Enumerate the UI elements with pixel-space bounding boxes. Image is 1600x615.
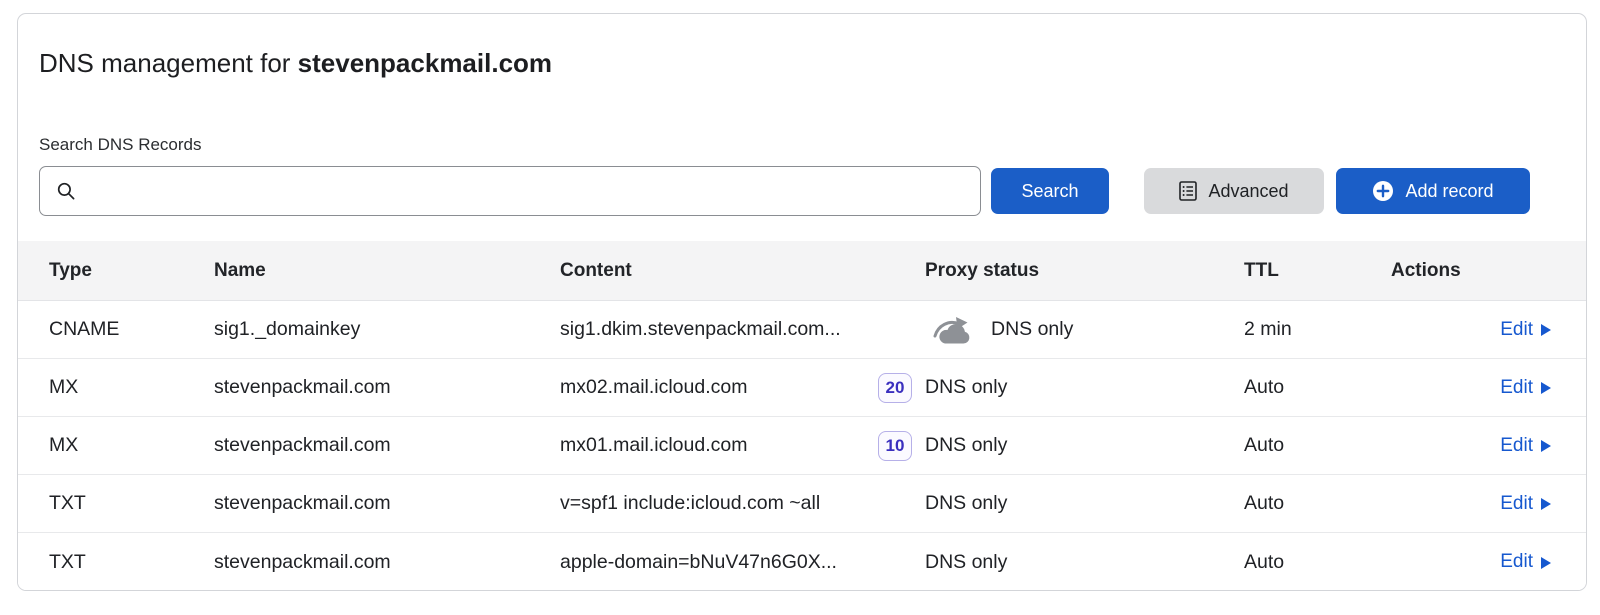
proxy-status: DNS only — [991, 318, 1073, 341]
table-row: MX stevenpackmail.com mx01.mail.icloud.c… — [18, 417, 1586, 475]
dns-only-cloud-icon — [931, 315, 975, 345]
column-header-actions: Actions — [1387, 260, 1557, 282]
record-type: TXT — [49, 492, 214, 515]
table-row: CNAME sig1._domainkey sig1.dkim.stevenpa… — [18, 301, 1586, 359]
record-ttl: Auto — [1240, 376, 1387, 399]
column-header-content: Content — [560, 260, 925, 282]
edit-link-label: Edit — [1500, 319, 1533, 341]
edit-link-label: Edit — [1500, 551, 1533, 573]
column-header-type: Type — [49, 260, 214, 282]
edit-caret-icon — [1541, 498, 1551, 510]
search-box[interactable] — [39, 166, 981, 216]
column-header-proxy-status: Proxy status — [925, 260, 1240, 282]
edit-record-link[interactable]: Edit — [1500, 377, 1551, 399]
add-record-button-label: Add record — [1405, 181, 1493, 202]
edit-link-label: Edit — [1500, 493, 1533, 515]
record-type: MX — [49, 376, 214, 399]
proxy-status: DNS only — [925, 434, 1007, 457]
record-content: mx01.mail.icloud.com — [560, 434, 747, 457]
edit-caret-icon — [1541, 382, 1551, 394]
page-title-prefix: DNS management for — [39, 48, 298, 78]
advanced-list-icon — [1179, 181, 1197, 201]
proxy-status: DNS only — [925, 492, 1007, 515]
record-name: stevenpackmail.com — [214, 434, 560, 457]
add-record-button[interactable]: Add record — [1336, 168, 1530, 214]
mx-priority-badge: 10 — [878, 431, 912, 461]
edit-caret-icon — [1541, 440, 1551, 452]
record-content: sig1.dkim.stevenpackmail.com... — [560, 318, 841, 341]
table-row: MX stevenpackmail.com mx02.mail.icloud.c… — [18, 359, 1586, 417]
record-content: mx02.mail.icloud.com — [560, 376, 747, 399]
search-label: Search DNS Records — [39, 134, 1530, 156]
search-button[interactable]: Search — [991, 168, 1109, 214]
record-type: MX — [49, 434, 214, 457]
table-row: TXT stevenpackmail.com v=spf1 include:ic… — [18, 475, 1586, 533]
plus-circle-icon — [1372, 180, 1394, 202]
card-header-section: DNS management for stevenpackmail.com Se… — [18, 46, 1586, 216]
record-type: TXT — [49, 551, 214, 574]
record-ttl: Auto — [1240, 434, 1387, 457]
record-name: stevenpackmail.com — [214, 551, 560, 574]
dns-records-table: Type Name Content Proxy status TTL Actio… — [18, 241, 1586, 591]
record-name: stevenpackmail.com — [214, 376, 560, 399]
edit-link-label: Edit — [1500, 435, 1533, 457]
dns-management-card: DNS management for stevenpackmail.com Se… — [17, 13, 1587, 591]
edit-caret-icon — [1541, 557, 1551, 569]
record-name: sig1._domainkey — [214, 318, 560, 341]
record-content: v=spf1 include:icloud.com ~all — [560, 492, 820, 515]
record-ttl: 2 min — [1240, 318, 1387, 341]
search-icon — [56, 181, 76, 201]
proxy-status: DNS only — [925, 376, 1007, 399]
page-title-domain: stevenpackmail.com — [298, 48, 552, 78]
edit-link-label: Edit — [1500, 377, 1533, 399]
record-name: stevenpackmail.com — [214, 492, 560, 515]
table-header-row: Type Name Content Proxy status TTL Actio… — [18, 241, 1586, 301]
edit-record-link[interactable]: Edit — [1500, 551, 1551, 573]
column-header-name: Name — [214, 260, 560, 282]
page-title: DNS management for stevenpackmail.com — [39, 46, 1530, 80]
advanced-button-label: Advanced — [1208, 181, 1288, 202]
edit-caret-icon — [1541, 324, 1551, 336]
search-input[interactable] — [88, 180, 966, 203]
edit-record-link[interactable]: Edit — [1500, 435, 1551, 457]
proxy-status: DNS only — [925, 551, 1007, 574]
record-ttl: Auto — [1240, 492, 1387, 515]
advanced-button[interactable]: Advanced — [1144, 168, 1324, 214]
mx-priority-badge: 20 — [878, 373, 912, 403]
record-ttl: Auto — [1240, 551, 1387, 574]
column-header-ttl: TTL — [1240, 260, 1387, 282]
search-row: Search Advanced — [39, 166, 1530, 216]
edit-record-link[interactable]: Edit — [1500, 319, 1551, 341]
record-content: apple-domain=bNuV47n6G0X... — [560, 551, 837, 574]
edit-record-link[interactable]: Edit — [1500, 493, 1551, 515]
table-row: TXT stevenpackmail.com apple-domain=bNuV… — [18, 533, 1586, 591]
record-type: CNAME — [49, 318, 214, 341]
